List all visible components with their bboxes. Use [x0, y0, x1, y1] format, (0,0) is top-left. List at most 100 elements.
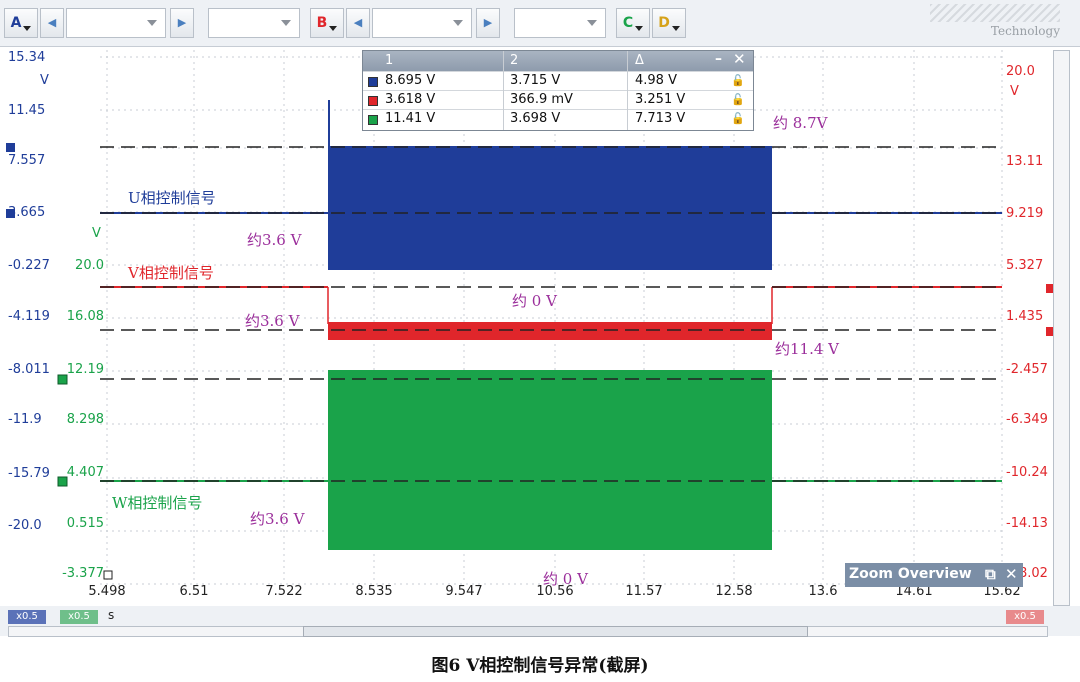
close-icon[interactable]: ✕ — [733, 50, 746, 68]
y-tick-label-b: -10.24 — [1006, 465, 1048, 480]
channel-a-offset-marker[interactable] — [6, 143, 15, 152]
zoom-overview-panel[interactable]: Zoom Overview ⧉ ✕ — [845, 563, 1023, 587]
y-unit-c: V — [92, 226, 101, 241]
y-unit-b: V — [1010, 84, 1019, 99]
x-tick-label: 9.547 — [445, 584, 483, 599]
channel-color-swatch — [368, 115, 378, 125]
measurements-panel[interactable]: 1 2 Δ – ✕ 8.695 V 3.715 V 4.98 V 🔓 3.618 V 36… — [362, 50, 754, 131]
channel-c-button[interactable]: C — [616, 8, 650, 38]
w-signal-label: W相控制信号 — [112, 494, 203, 512]
channel-b-button[interactable]: B — [310, 8, 344, 38]
prev-arrow-icon[interactable]: ◀ — [346, 8, 370, 38]
close-icon[interactable]: ✕ — [1005, 565, 1018, 583]
minimize-icon[interactable]: – — [715, 51, 722, 67]
col-header-delta: Δ — [635, 53, 644, 68]
chevron-down-icon — [453, 20, 463, 26]
measurement-value: 3.618 V — [385, 92, 436, 107]
measurements-header: 1 2 Δ – ✕ — [363, 50, 753, 71]
x-tick-label: 6.51 — [179, 584, 209, 599]
scale-badge-b[interactable]: x0.5 — [1006, 610, 1044, 624]
chevron-down-icon — [281, 20, 291, 26]
w-zero-annotation: 约 0 V — [543, 570, 588, 588]
v-low-annotation: 约3.6 V — [245, 312, 300, 330]
y-tick-label-a: -20.0 — [8, 518, 42, 533]
scrollbar-thumb[interactable] — [303, 626, 808, 637]
lock-icon[interactable]: 🔓 — [731, 112, 745, 125]
y-tick-label-c: 4.407 — [66, 465, 104, 480]
channel-b-range-select[interactable] — [372, 8, 472, 38]
y-tick-label-a: -0.227 — [8, 258, 50, 273]
y-tick-label-c: 8.298 — [66, 412, 104, 427]
channel-a-button[interactable]: A — [4, 8, 38, 38]
w-low-annotation: 约3.6 V — [250, 510, 305, 528]
measurement-row: 3.618 V 366.9 mV 3.251 V 🔓 — [363, 90, 753, 110]
measurement-row: 8.695 V 3.715 V 4.98 V 🔓 — [363, 71, 753, 91]
y-tick-label-a: 15.34 — [8, 50, 46, 65]
measurement-value: 11.41 V — [385, 111, 436, 126]
channel-d-button[interactable]: D — [652, 8, 686, 38]
y-tick-label-b: -6.349 — [1006, 412, 1048, 427]
scale-badge-c[interactable]: x0.5 — [60, 610, 98, 624]
w-high-annotation: 约11.4 V — [775, 340, 839, 358]
measurement-value: 366.9 mV — [510, 92, 573, 107]
y-tick-label-a: 7.557 — [8, 153, 46, 168]
restore-icon[interactable]: ⧉ — [985, 565, 996, 583]
dropdown-triangle-icon — [671, 26, 680, 31]
channel-c-label: C — [622, 15, 634, 31]
toolbar: A ◀ ▶ B ◀ ▶ C D Technology — [0, 0, 1080, 47]
y-tick-label-c: 16.08 — [66, 309, 104, 324]
x-tick-label: 8.535 — [355, 584, 393, 599]
channel-b-label: B — [316, 15, 328, 31]
chevron-down-icon — [587, 20, 597, 26]
y-tick-label-b: 1.435 — [1006, 309, 1044, 324]
channel-a-range-select[interactable] — [66, 8, 166, 38]
y-unit-a: V — [40, 73, 49, 88]
logo-graphic — [930, 4, 1060, 22]
channel-color-swatch — [368, 77, 378, 87]
y-tick-label-a: 11.45 — [8, 103, 46, 118]
measurement-value: 8.695 V — [385, 73, 436, 88]
chevron-down-icon — [147, 20, 157, 26]
measurement-value: 3.698 V — [510, 111, 561, 126]
y-tick-label-a: -11.9 — [8, 412, 42, 427]
next-arrow-icon[interactable]: ▶ — [170, 8, 194, 38]
y-tick-label-a: -4.119 — [8, 309, 50, 324]
channel-d-label: D — [658, 15, 670, 31]
prev-arrow-icon[interactable]: ◀ — [40, 8, 64, 38]
y-tick-label-b: -2.457 — [1006, 362, 1048, 377]
next-arrow-icon[interactable]: ▶ — [476, 8, 500, 38]
column-divider — [503, 51, 504, 130]
y-tick-label-b: 9.219 — [1006, 206, 1044, 221]
u-signal-label: U相控制信号 — [128, 189, 216, 207]
measurement-row: 11.41 V 3.698 V 7.713 V 🔓 — [363, 109, 753, 129]
channel-b-coupling-select[interactable] — [514, 8, 606, 38]
u-trace-burst — [328, 146, 772, 270]
scale-badge-a[interactable]: x0.5 — [8, 610, 46, 624]
channel-a-coupling-select[interactable] — [208, 8, 300, 38]
x-tick-label: 7.522 — [265, 584, 303, 599]
measurement-value: 3.715 V — [510, 73, 561, 88]
zoom-overview-title: Zoom Overview — [849, 566, 972, 582]
lock-icon[interactable]: 🔓 — [731, 93, 745, 106]
y-tick-label-a: 3.665 — [8, 205, 46, 220]
x-tick-label: 5.498 — [88, 584, 126, 599]
channel-color-swatch — [368, 96, 378, 106]
x-tick-label: 12.58 — [715, 584, 753, 599]
vertical-scrollbar[interactable] — [1053, 50, 1070, 606]
y-tick-label-a: -8.011 — [8, 362, 50, 377]
y-tick-label-b: 5.327 — [1006, 258, 1044, 273]
col-header-2: 2 — [510, 53, 519, 68]
y-tick-label-c: 12.19 — [66, 362, 104, 377]
y-tick-label-a: -15.79 — [8, 466, 50, 481]
measurement-value: 4.98 V — [635, 73, 677, 88]
w-trace-burst — [328, 370, 772, 550]
y-tick-label-c: 20.0 — [75, 258, 104, 273]
col-header-1: 1 — [385, 53, 394, 68]
channel-c-offset-marker[interactable] — [103, 570, 113, 580]
column-divider — [627, 51, 628, 130]
lock-icon[interactable]: 🔓 — [731, 74, 745, 87]
figure-caption: 图6 V相控制信号异常(截屏) — [431, 656, 649, 676]
u-low-annotation: 约3.6 V — [247, 231, 302, 249]
v-signal-label: V相控制信号 — [128, 264, 214, 282]
logo-text: Technology — [990, 24, 1060, 38]
